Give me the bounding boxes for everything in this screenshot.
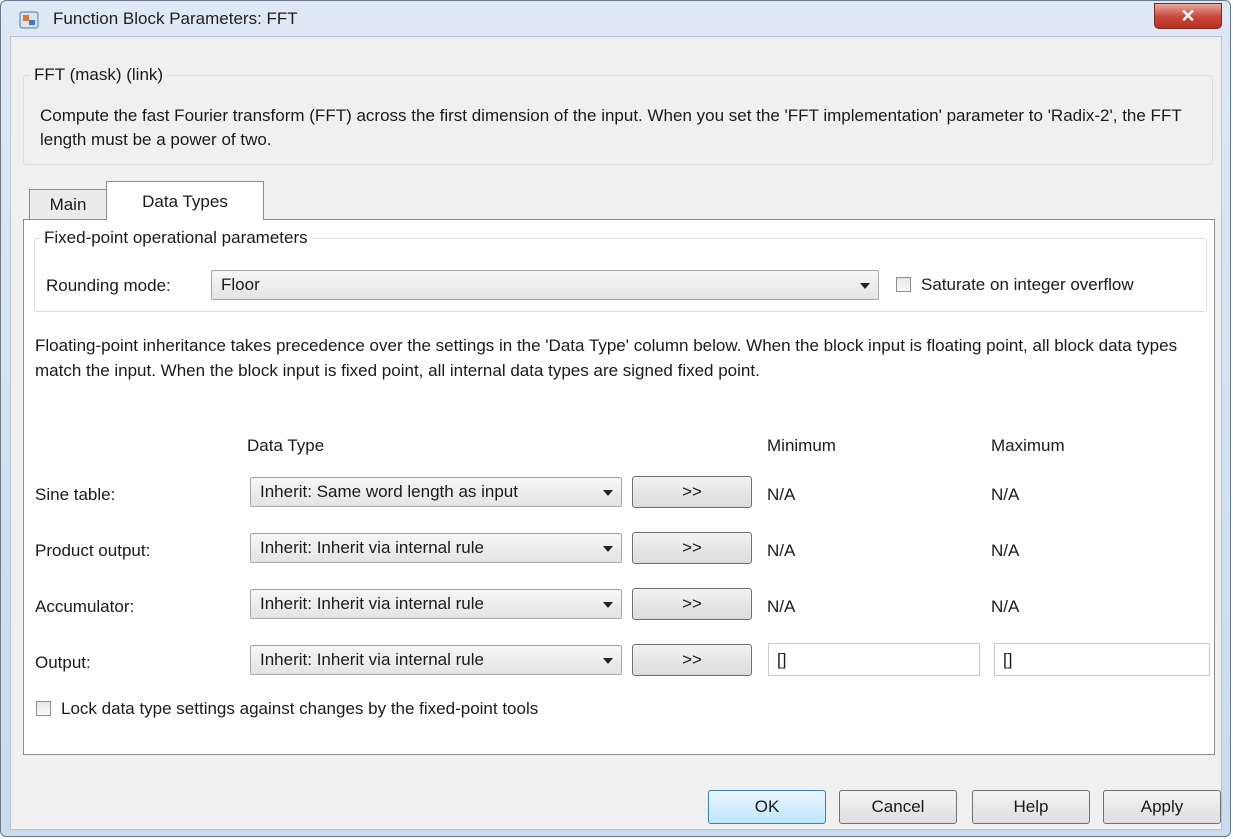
- product-output-datatype-value: Inherit: Inherit via internal rule: [260, 538, 484, 557]
- chevron-down-icon: [603, 546, 613, 552]
- fixed-point-group-title: Fixed-point operational parameters: [40, 228, 312, 248]
- close-button[interactable]: ✕: [1154, 3, 1222, 29]
- help-button[interactable]: Help: [972, 790, 1090, 824]
- header-minimum: Minimum: [767, 436, 836, 455]
- saturate-label: Saturate on integer overflow: [921, 275, 1134, 294]
- lock-label: Lock data type settings against changes …: [61, 699, 539, 718]
- product-output-minimum: N/A: [767, 541, 796, 560]
- sine-table-datatype-select[interactable]: Inherit: Same word length as input: [250, 477, 622, 507]
- product-output-datatype-select[interactable]: Inherit: Inherit via internal rule: [250, 533, 622, 563]
- chevron-down-icon: [603, 602, 613, 608]
- accumulator-datatype-value: Inherit: Inherit via internal rule: [260, 594, 484, 613]
- sine-table-datatype-value: Inherit: Same word length as input: [260, 482, 518, 501]
- cancel-button[interactable]: Cancel: [839, 790, 957, 824]
- chevron-down-icon: [860, 283, 870, 289]
- rounding-mode-label: Rounding mode:: [46, 276, 171, 295]
- output-datatype-select[interactable]: Inherit: Inherit via internal rule: [250, 645, 622, 675]
- product-output-maximum: N/A: [991, 541, 1020, 560]
- sine-table-maximum: N/A: [991, 485, 1020, 504]
- simulink-block-icon: [19, 11, 39, 29]
- chevron-down-icon: [603, 658, 613, 664]
- dialog-client-area: FFT (mask) (link) Compute the fast Fouri…: [10, 36, 1222, 830]
- accumulator-minimum: N/A: [767, 597, 796, 616]
- description-group-title: FFT (mask) (link): [30, 65, 168, 85]
- chevron-down-icon: [603, 490, 613, 496]
- output-datatype-value: Inherit: Inherit via internal rule: [260, 650, 484, 669]
- row-label-output: Output:: [35, 653, 91, 672]
- output-assistant-button[interactable]: >>: [632, 644, 752, 676]
- data-types-panel: Fixed-point operational parameters Round…: [23, 219, 1215, 755]
- ok-button[interactable]: OK: [708, 790, 826, 824]
- title-bar: Function Block Parameters: FFT ✕: [1, 1, 1230, 35]
- rounding-mode-value: Floor: [221, 275, 260, 294]
- lock-checkbox[interactable]: [36, 701, 51, 716]
- sine-table-minimum: N/A: [767, 485, 796, 504]
- row-label-product-output: Product output:: [35, 541, 151, 560]
- accumulator-maximum: N/A: [991, 597, 1020, 616]
- accumulator-datatype-select[interactable]: Inherit: Inherit via internal rule: [250, 589, 622, 619]
- tab-data-types[interactable]: Data Types: [106, 181, 264, 220]
- close-icon: ✕: [1180, 5, 1196, 26]
- row-label-accumulator: Accumulator:: [35, 597, 135, 616]
- header-maximum: Maximum: [991, 436, 1065, 455]
- output-minimum-field[interactable]: []: [768, 643, 980, 676]
- tab-main[interactable]: Main: [29, 189, 107, 219]
- product-output-assistant-button[interactable]: >>: [632, 532, 752, 564]
- apply-button[interactable]: Apply: [1103, 790, 1221, 824]
- row-label-sine-table: Sine table:: [35, 485, 116, 504]
- window-title: Function Block Parameters: FFT: [53, 9, 298, 28]
- saturate-checkbox[interactable]: [896, 277, 911, 292]
- description-text: Compute the fast Fourier transform (FFT)…: [40, 106, 1182, 149]
- sine-table-assistant-button[interactable]: >>: [632, 476, 752, 508]
- header-data-type: Data Type: [247, 436, 325, 455]
- dialog-window: Function Block Parameters: FFT ✕ FFT (ma…: [0, 0, 1231, 837]
- accumulator-assistant-button[interactable]: >>: [632, 588, 752, 620]
- floating-point-note: Floating-point inheritance takes precede…: [35, 336, 1178, 380]
- output-maximum-field[interactable]: []: [994, 643, 1210, 676]
- rounding-mode-select[interactable]: Floor: [211, 270, 879, 300]
